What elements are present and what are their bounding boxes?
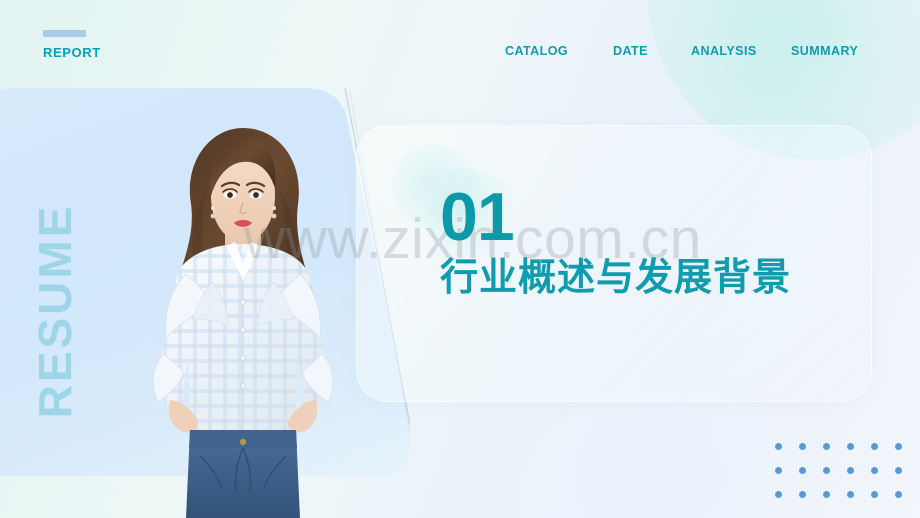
dot bbox=[799, 443, 806, 450]
resume-vertical-label: RESUME bbox=[29, 203, 81, 419]
dot bbox=[775, 491, 782, 498]
dot bbox=[823, 467, 830, 474]
dot bbox=[823, 443, 830, 450]
section-title: 行业概述与发展背景 bbox=[440, 254, 792, 299]
dot bbox=[871, 443, 878, 450]
nav-item-summary[interactable]: SUMMARY bbox=[791, 44, 867, 60]
nav-item-catalog[interactable]: CATALOG bbox=[505, 44, 613, 60]
report-label: REPORT bbox=[43, 45, 101, 60]
presentation-slide: RESUME www.zixin.com.cn 01 行业概述与发展背景 REP… bbox=[0, 0, 920, 518]
brand-block: REPORT bbox=[43, 30, 101, 59]
dot bbox=[775, 467, 782, 474]
top-navigation: CATALOG DATE ANALYSIS SUMMARY bbox=[505, 44, 905, 60]
dot bbox=[847, 491, 854, 498]
accent-bar-icon bbox=[43, 30, 86, 37]
dot bbox=[847, 467, 854, 474]
dot bbox=[823, 491, 830, 498]
dot bbox=[847, 443, 854, 450]
section-headline: 01 行业概述与发展背景 bbox=[440, 179, 860, 299]
dot bbox=[895, 491, 902, 498]
nav-item-analysis[interactable]: ANALYSIS bbox=[691, 44, 791, 60]
decorative-dot-grid bbox=[775, 443, 919, 515]
dot bbox=[799, 491, 806, 498]
slide-header: REPORT CATALOG DATE ANALYSIS SUMMARY bbox=[0, 0, 920, 86]
section-number: 01 bbox=[440, 179, 515, 255]
dot bbox=[799, 467, 806, 474]
dot bbox=[895, 443, 902, 450]
dot bbox=[775, 443, 782, 450]
dot bbox=[871, 467, 878, 474]
dot bbox=[895, 467, 902, 474]
dot bbox=[871, 491, 878, 498]
nav-item-date[interactable]: DATE bbox=[613, 44, 691, 60]
